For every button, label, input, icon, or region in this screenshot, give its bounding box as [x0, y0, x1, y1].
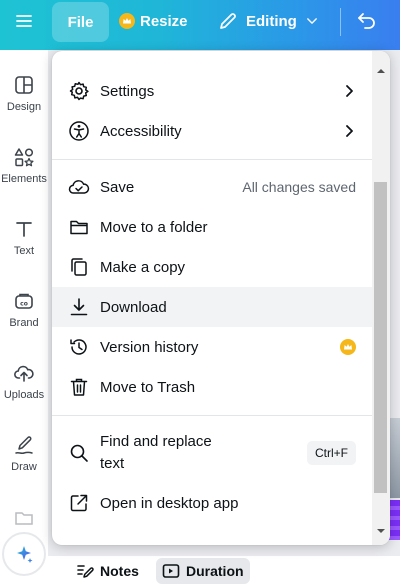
sidebar-item-label: Draw — [11, 461, 37, 473]
menu-item-settings[interactable]: Settings — [52, 71, 372, 111]
resize-button[interactable]: Resize — [119, 0, 188, 42]
copy-icon — [68, 256, 90, 278]
find-replace-line-1: Find and replace — [100, 433, 212, 450]
duration-button[interactable]: Duration — [156, 558, 250, 584]
chevron-down-icon — [306, 18, 317, 24]
menu-item-label: Save — [100, 178, 135, 196]
draw-icon — [15, 436, 33, 455]
menu-item-label: Find and replace text — [100, 431, 212, 475]
hamburger-icon — [16, 15, 32, 27]
menu-item-label: Accessibility — [100, 122, 182, 140]
menu-item-version-history[interactable]: Version history — [52, 327, 372, 367]
menu-divider — [52, 159, 372, 160]
sidebar-item-elements[interactable]: Elements — [0, 146, 48, 185]
sidebar-item-design[interactable]: Design — [0, 74, 48, 113]
search-icon — [68, 442, 90, 464]
uploads-icon — [14, 365, 34, 382]
find-replace-line-2: text — [100, 455, 125, 472]
toolbar-divider — [340, 8, 341, 36]
duration-label: Duration — [186, 563, 244, 579]
sidebar-item-projects[interactable] — [0, 506, 48, 528]
menu-item-label: Open in desktop app — [100, 494, 239, 512]
menu-item-save[interactable]: Save All changes saved — [52, 167, 372, 207]
sidebar-item-draw[interactable]: Draw — [0, 434, 48, 473]
menu-item-find-replace[interactable]: Find and replace text Ctrl+F — [52, 427, 372, 479]
chevron-right-icon — [342, 84, 356, 98]
menu-item-label: Download — [100, 298, 167, 316]
menu-item-label: Settings — [100, 82, 155, 100]
scroll-up-arrow-icon[interactable] — [376, 63, 386, 73]
sidebar-item-uploads[interactable]: Uploads — [0, 362, 48, 401]
resize-label: Resize — [140, 12, 188, 30]
menu-item-accessibility[interactable]: Accessibility — [52, 111, 372, 151]
menu-item-move-to-folder[interactable]: Move to a folder — [52, 207, 372, 247]
file-menu-button[interactable]: File — [52, 2, 109, 42]
menu-item-make-copy[interactable]: Make a copy — [52, 247, 372, 287]
menu-item-label: Make a copy — [100, 258, 186, 276]
text-icon — [16, 222, 32, 237]
keyboard-shortcut: Ctrl+F — [307, 441, 356, 465]
file-dropdown-menu: Settings Accessibility Save All changes … — [52, 51, 390, 545]
sidebar-item-text[interactable]: Text — [0, 218, 48, 257]
external-link-icon — [68, 492, 90, 514]
menu-item-open-desktop-app[interactable]: Open in desktop app — [52, 483, 372, 523]
accessibility-icon — [68, 120, 90, 142]
sidebar-item-label: Uploads — [3, 389, 45, 401]
menu-divider — [52, 415, 372, 416]
gear-icon — [68, 80, 90, 102]
bottom-toolbar: Notes Duration — [48, 556, 400, 584]
top-toolbar: File Resize Editing — [0, 0, 400, 50]
notes-icon — [77, 565, 94, 578]
file-menu-label: File — [67, 13, 94, 31]
notes-label: Notes — [100, 563, 139, 579]
notes-button[interactable]: Notes — [70, 558, 145, 584]
sidebar-item-label: Text — [13, 245, 35, 257]
design-icon — [15, 76, 33, 94]
sidebar-item-label: Elements — [1, 173, 47, 185]
download-icon — [68, 296, 90, 318]
crown-icon — [340, 339, 356, 355]
save-status: All changes saved — [242, 179, 356, 195]
play-icon — [162, 564, 180, 578]
cloud-check-icon — [68, 176, 90, 198]
menu-item-download[interactable]: Download — [52, 287, 372, 327]
trash-icon — [68, 376, 90, 398]
menu-scrollbar-thumb[interactable] — [374, 182, 387, 493]
menu-item-label: Move to a folder — [100, 218, 208, 236]
pencil-icon — [220, 13, 236, 29]
history-icon — [68, 336, 90, 358]
magic-assistant-button[interactable] — [2, 532, 46, 576]
crown-icon — [119, 13, 135, 29]
main-menu-button[interactable] — [14, 0, 36, 42]
brand-icon: co — [15, 293, 33, 309]
undo-icon — [358, 13, 375, 29]
menu-item-label: Move to Trash — [100, 378, 196, 396]
undo-button[interactable] — [356, 0, 382, 42]
sidebar-item-label: Design — [6, 101, 42, 113]
sidebar-item-label: Brand — [9, 317, 39, 329]
chevron-right-icon — [342, 124, 356, 138]
folder-icon — [68, 216, 90, 238]
menu-item-label: Version history — [100, 338, 199, 356]
sidebar-item-brand[interactable]: co Brand — [0, 290, 48, 329]
editing-label: Editing — [246, 12, 297, 30]
sparkle-icon — [17, 546, 33, 563]
menu-item-move-to-trash[interactable]: Move to Trash — [52, 367, 372, 407]
left-sidebar: Design Elements Text co Brand Uploads Dr… — [0, 50, 48, 584]
scroll-down-arrow-icon[interactable] — [376, 523, 386, 533]
elements-icon — [14, 148, 34, 167]
folder-icon — [15, 512, 33, 525]
editing-mode-dropdown[interactable]: Editing — [218, 0, 319, 42]
svg-text:co: co — [20, 301, 28, 308]
